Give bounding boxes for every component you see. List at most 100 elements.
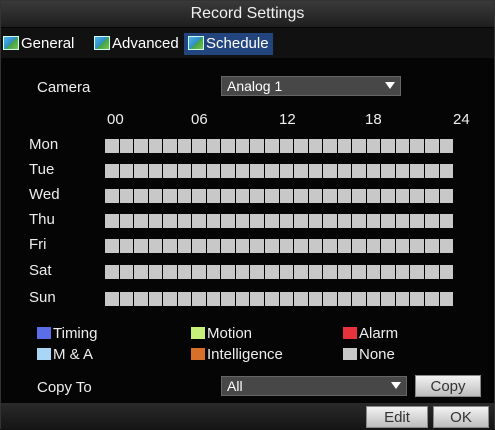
- schedule-cell[interactable]: [105, 139, 119, 153]
- ok-button[interactable]: OK: [433, 406, 489, 428]
- schedule-cell[interactable]: [294, 265, 308, 279]
- schedule-cell[interactable]: [265, 214, 279, 228]
- schedule-row-wed[interactable]: [105, 189, 454, 203]
- schedule-cell[interactable]: [134, 164, 148, 178]
- schedule-cell[interactable]: [235, 214, 250, 228]
- schedule-cell[interactable]: [250, 292, 265, 306]
- schedule-cell[interactable]: [177, 239, 192, 253]
- schedule-cell[interactable]: [381, 164, 395, 178]
- schedule-cell[interactable]: [250, 265, 265, 279]
- schedule-cell[interactable]: [119, 189, 134, 203]
- schedule-cell[interactable]: [337, 239, 352, 253]
- schedule-cell[interactable]: [279, 164, 294, 178]
- schedule-cell[interactable]: [221, 164, 235, 178]
- camera-select[interactable]: Analog 1: [221, 76, 401, 96]
- schedule-cell[interactable]: [177, 189, 192, 203]
- schedule-cell[interactable]: [206, 239, 221, 253]
- schedule-cell[interactable]: [119, 139, 134, 153]
- schedule-cell[interactable]: [323, 189, 337, 203]
- schedule-cell[interactable]: [337, 189, 352, 203]
- schedule-cell[interactable]: [439, 292, 454, 306]
- schedule-cell[interactable]: [279, 214, 294, 228]
- schedule-cell[interactable]: [425, 292, 439, 306]
- schedule-cell[interactable]: [308, 139, 323, 153]
- schedule-cell[interactable]: [323, 265, 337, 279]
- schedule-cell[interactable]: [381, 265, 395, 279]
- schedule-cell[interactable]: [352, 164, 366, 178]
- schedule-cell[interactable]: [105, 292, 119, 306]
- schedule-cell[interactable]: [381, 139, 395, 153]
- schedule-cell[interactable]: [250, 139, 265, 153]
- schedule-cell[interactable]: [119, 214, 134, 228]
- schedule-cell[interactable]: [294, 189, 308, 203]
- schedule-cell[interactable]: [439, 239, 454, 253]
- schedule-cell[interactable]: [105, 239, 119, 253]
- schedule-cell[interactable]: [279, 239, 294, 253]
- schedule-cell[interactable]: [294, 139, 308, 153]
- schedule-cell[interactable]: [425, 214, 439, 228]
- schedule-cell[interactable]: [235, 239, 250, 253]
- schedule-cell[interactable]: [105, 265, 119, 279]
- schedule-cell[interactable]: [410, 265, 425, 279]
- tab-advanced[interactable]: Advanced: [94, 33, 179, 55]
- schedule-cell[interactable]: [134, 139, 148, 153]
- schedule-cell[interactable]: [410, 164, 425, 178]
- schedule-cell[interactable]: [148, 214, 163, 228]
- schedule-cell[interactable]: [352, 214, 366, 228]
- schedule-cell[interactable]: [425, 139, 439, 153]
- schedule-cell[interactable]: [250, 239, 265, 253]
- schedule-cell[interactable]: [323, 164, 337, 178]
- schedule-row-sun[interactable]: [105, 292, 454, 306]
- schedule-cell[interactable]: [221, 189, 235, 203]
- schedule-cell[interactable]: [381, 189, 395, 203]
- schedule-cell[interactable]: [395, 189, 410, 203]
- schedule-cell[interactable]: [381, 214, 395, 228]
- schedule-cell[interactable]: [410, 292, 425, 306]
- schedule-cell[interactable]: [337, 292, 352, 306]
- schedule-cell[interactable]: [221, 265, 235, 279]
- schedule-cell[interactable]: [410, 189, 425, 203]
- schedule-cell[interactable]: [323, 239, 337, 253]
- schedule-cell[interactable]: [148, 292, 163, 306]
- schedule-cell[interactable]: [148, 139, 163, 153]
- schedule-cell[interactable]: [308, 265, 323, 279]
- schedule-cell[interactable]: [265, 189, 279, 203]
- schedule-cell[interactable]: [395, 164, 410, 178]
- schedule-cell[interactable]: [206, 139, 221, 153]
- schedule-cell[interactable]: [235, 164, 250, 178]
- schedule-cell[interactable]: [206, 265, 221, 279]
- schedule-cell[interactable]: [105, 189, 119, 203]
- schedule-cell[interactable]: [308, 189, 323, 203]
- schedule-cell[interactable]: [163, 189, 177, 203]
- schedule-cell[interactable]: [439, 189, 454, 203]
- schedule-cell[interactable]: [250, 189, 265, 203]
- copy-button[interactable]: Copy: [415, 375, 481, 397]
- schedule-cell[interactable]: [163, 292, 177, 306]
- schedule-cell[interactable]: [352, 189, 366, 203]
- schedule-cell[interactable]: [134, 265, 148, 279]
- schedule-cell[interactable]: [410, 139, 425, 153]
- schedule-cell[interactable]: [119, 265, 134, 279]
- schedule-cell[interactable]: [337, 139, 352, 153]
- schedule-cell[interactable]: [337, 214, 352, 228]
- schedule-row-sat[interactable]: [105, 265, 454, 279]
- schedule-cell[interactable]: [119, 164, 134, 178]
- schedule-cell[interactable]: [294, 164, 308, 178]
- schedule-cell[interactable]: [308, 214, 323, 228]
- schedule-cell[interactable]: [177, 214, 192, 228]
- schedule-cell[interactable]: [425, 164, 439, 178]
- schedule-cell[interactable]: [439, 164, 454, 178]
- schedule-row-mon[interactable]: [105, 139, 454, 153]
- schedule-cell[interactable]: [279, 139, 294, 153]
- schedule-cell[interactable]: [265, 292, 279, 306]
- schedule-cell[interactable]: [221, 239, 235, 253]
- schedule-row-tue[interactable]: [105, 164, 454, 178]
- schedule-cell[interactable]: [163, 164, 177, 178]
- schedule-cell[interactable]: [235, 265, 250, 279]
- schedule-cell[interactable]: [148, 189, 163, 203]
- schedule-cell[interactable]: [119, 239, 134, 253]
- schedule-cell[interactable]: [366, 189, 381, 203]
- schedule-cell[interactable]: [279, 265, 294, 279]
- schedule-cell[interactable]: [163, 214, 177, 228]
- schedule-cell[interactable]: [294, 292, 308, 306]
